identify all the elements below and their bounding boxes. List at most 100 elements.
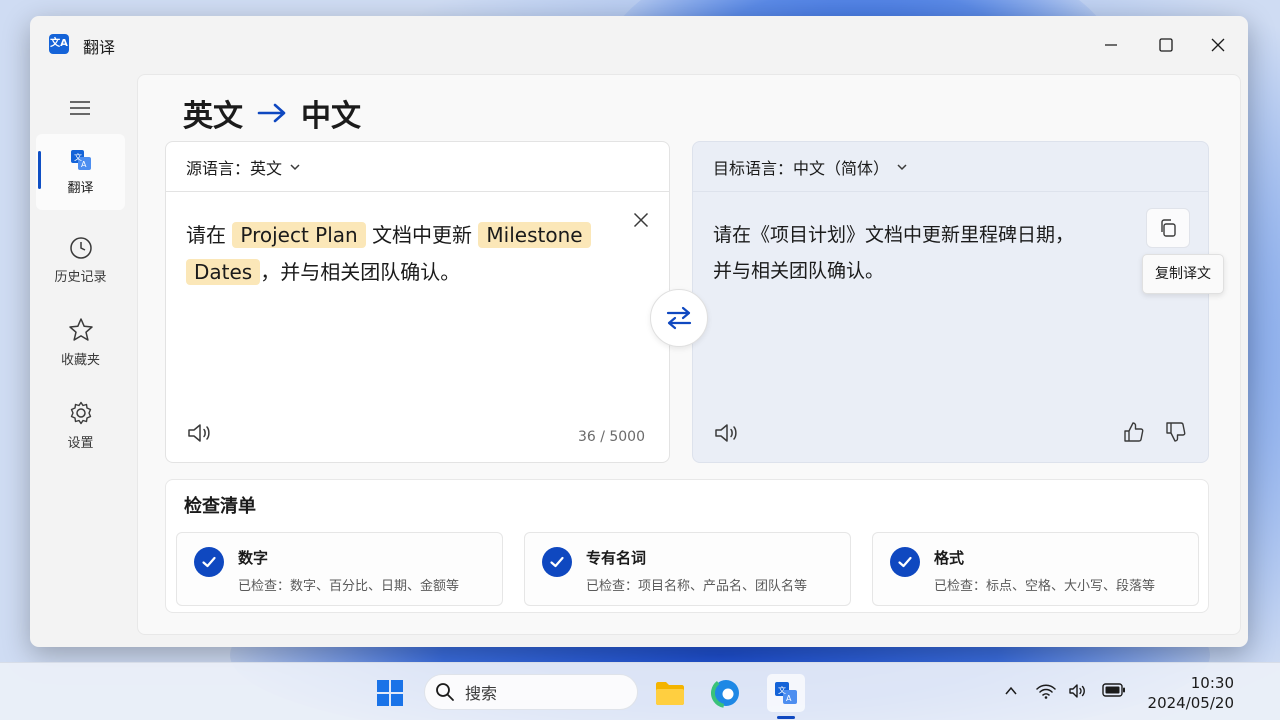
maximize-icon [1159,38,1173,52]
close-icon [1211,38,1225,52]
app-window: 文A 翻译 文A 翻译 历史记录 收藏夹 设置 英文 中文 源语言：英文 请在 … [30,16,1248,647]
sidebar-item-label: 翻译 [67,180,94,196]
highlighted-term: Dates [186,259,261,285]
sidebar-item-favorites[interactable]: 收藏夹 [36,304,125,380]
check-circle-icon [890,547,920,577]
heading-target-language: 中文 [301,99,361,134]
checklist-item-name: 数字 [238,549,269,567]
clock-date: 2024/05/20 [1147,694,1234,712]
checklist-title: 检查清单 [184,496,256,517]
target-pane: 目标语言：中文（简体） 请在《项目计划》文档中更新里程碑日期， 并与相关团队确认… [692,141,1224,463]
file-explorer-button[interactable] [653,676,687,710]
taskbar: 搜索 文A 10:30 2024/05/20 [0,662,1280,720]
sidebar-item-settings[interactable]: 设置 [36,387,125,463]
checklist-item-name: 专有名词 [586,549,647,567]
translated-line: 并与相关团队确认。 [713,260,885,282]
chevron-down-icon [897,163,907,170]
taskbar-clock[interactable]: 10:30 2024/05/20 [1148,673,1234,713]
source-language-label: 源语言：英文 [186,158,283,178]
source-text-segment: 请在 [186,223,226,247]
clock-time: 10:30 [1190,674,1234,692]
target-language-label: 目标语言：中文（简体） [713,158,890,178]
sidebar-item-label: 历史记录 [54,269,107,285]
check-circle-icon [194,547,224,577]
sidebar-item-history[interactable]: 历史记录 [36,222,125,298]
source-text-segment: ，并与相关团队确认。 [260,260,461,284]
checklist-item-desc: 已检查：数字、百分比、日期、金额等 [238,579,460,594]
app-title: 翻译 [83,38,116,57]
translate-icon: 文A [70,149,91,170]
wifi-button[interactable] [1035,683,1057,699]
gear-icon [70,401,91,424]
copy-icon [1161,219,1176,237]
history-icon [69,236,92,259]
wifi-icon [1036,684,1056,699]
checklist-item-numbers: 数字 已检查：数字、百分比、日期、金额等 [176,532,503,606]
sidebar-item-label: 收藏夹 [60,352,100,368]
close-icon [633,212,649,228]
sidebar: 文A 翻译 历史记录 收藏夹 设置 [30,74,137,647]
sidebar-item-label: 设置 [67,435,94,451]
source-speak-button[interactable] [184,418,216,448]
checklist-item-desc: 已检查：项目名称、产品名、团队名等 [586,579,808,594]
maximize-button[interactable] [1149,30,1183,60]
thumbs-down-icon [1166,422,1186,442]
translate-app-taskbar-button[interactable]: 文A [767,674,805,712]
volume-button[interactable] [1067,683,1089,699]
volume-icon [1069,684,1085,698]
source-pane: 源语言：英文 请在 Project Plan 文档中更新 Milestone D… [165,141,670,463]
swap-languages-button[interactable] [650,289,708,347]
translate-icon: 文A [775,682,797,704]
taskbar-search[interactable]: 搜索 [424,674,638,710]
target-language-selector[interactable]: 目标语言：中文（简体） [693,142,1208,192]
heading-source-language: 英文 [183,99,243,134]
speaker-icon [715,424,737,442]
page-title: 英文 中文 [183,91,361,135]
target-speak-button[interactable] [711,418,743,448]
checklist-item-format: 格式 已检查：标点、空格、大小写、段落等 [872,532,1199,606]
windows-logo-icon [377,680,403,706]
source-language-selector[interactable]: 源语言：英文 [166,142,669,192]
folder-icon [656,682,684,705]
swap-icon [666,306,692,330]
translated-line: 请在《项目计划》文档中更新里程碑日期， [713,224,1075,246]
chevron-up-icon [1005,686,1017,695]
menu-button[interactable] [66,96,94,120]
clear-text-button[interactable] [627,206,655,234]
thumbs-down-button[interactable] [1162,418,1190,446]
edge-icon [711,678,741,708]
thumbs-up-button[interactable] [1120,418,1148,446]
active-indicator [38,151,41,189]
chevron-down-icon [290,163,300,170]
minimize-button[interactable] [1094,30,1128,60]
edge-browser-button[interactable] [709,676,743,710]
checklist-item-desc: 已检查：标点、空格、大小写、段落等 [934,579,1156,594]
search-icon [436,683,454,701]
svg-text:文: 文 [778,685,786,695]
arrow-right-icon [257,103,286,123]
svg-text:A: A [81,160,87,169]
source-text[interactable]: 请在 Project Plan 文档中更新 Milestone Dates ，并与… [186,217,636,291]
app-translate-icon: 文A [49,34,69,54]
battery-button[interactable] [1101,683,1127,697]
start-button[interactable] [373,676,407,710]
sidebar-item-translate[interactable]: 文A 翻译 [36,134,125,210]
battery-icon [1102,683,1125,697]
checklist-item-proper-nouns: 专有名词 已检查：项目名称、产品名、团队名等 [524,532,851,606]
speaker-icon [188,424,210,442]
search-placeholder: 搜索 [465,684,498,703]
close-window-button[interactable] [1201,30,1235,60]
minimize-icon [1105,44,1117,46]
copy-tooltip: 复制译文 [1142,254,1224,294]
star-icon [68,317,93,341]
highlighted-term: Milestone [478,222,591,248]
hamburger-icon [70,101,90,115]
thumbs-up-icon [1124,422,1144,442]
character-counter: 36 / 5000 [577,429,645,445]
checklist-item-name: 格式 [934,549,965,567]
translated-text: 请在《项目计划》文档中更新里程碑日期， 并与相关团队确认。 [713,217,1133,289]
check-circle-icon [542,547,572,577]
show-hidden-icons-button[interactable] [1002,683,1020,699]
main-content: 英文 中文 源语言：英文 请在 Project Plan 文档中更新 Miles… [137,74,1241,635]
copy-translation-button[interactable] [1146,208,1190,248]
